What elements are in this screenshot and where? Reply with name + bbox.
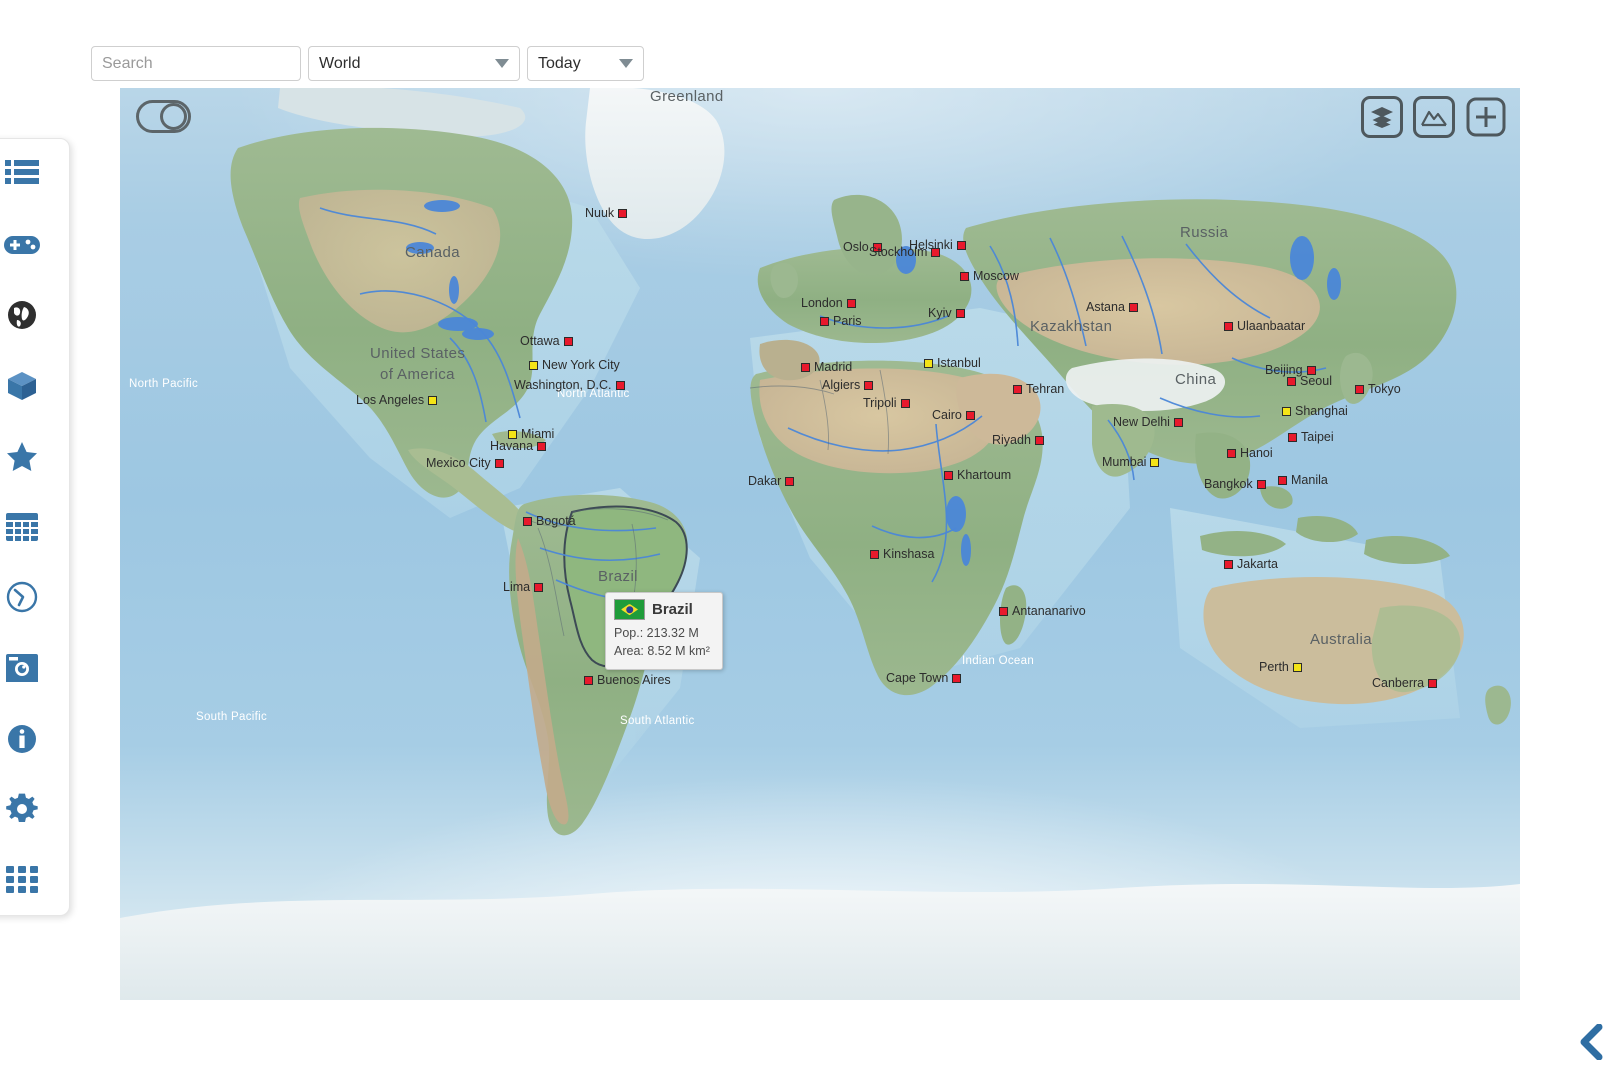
sidebar-item-screenshot[interactable] (0, 645, 45, 691)
clock-icon (6, 581, 38, 613)
time-select[interactable]: Today (527, 46, 644, 81)
antarctica (120, 884, 1520, 1000)
sidebar-item-game-mode[interactable] (0, 222, 45, 268)
left-sidebar (0, 138, 70, 916)
sidebar-item-favorites[interactable] (0, 433, 45, 479)
india (1092, 404, 1155, 477)
toggle-knob (160, 103, 187, 130)
add-button[interactable] (1465, 96, 1507, 138)
star-icon (6, 441, 38, 472)
globe-icon (7, 300, 37, 330)
sidebar-item-info[interactable] (0, 716, 45, 762)
new-zealand (1485, 686, 1511, 725)
sidebar-item-model-3d[interactable] (0, 363, 45, 409)
layers-icon (1370, 106, 1394, 128)
sidebar-item-apps[interactable] (0, 857, 45, 903)
popup-header: Brazil (614, 599, 714, 620)
list-icon (5, 159, 39, 189)
brazil-flag-icon (614, 599, 645, 620)
gamepad-icon (4, 233, 40, 257)
popup-country-name: Brazil (652, 601, 693, 618)
region-select-label: World (319, 55, 487, 73)
world-landmass-layer (120, 88, 1520, 1000)
sidebar-item-globe-view[interactable] (0, 292, 45, 338)
info-icon (7, 724, 37, 754)
grid-apps-icon (6, 866, 38, 894)
greenland (585, 88, 724, 239)
sidebar-item-list-view[interactable] (0, 151, 45, 197)
popup-area: Area: 8.52 M km² (614, 643, 714, 661)
time-select-label: Today (538, 55, 611, 73)
country-info-popup[interactable]: Brazil Pop.: 213.32 M Area: 8.52 M km² (605, 592, 723, 670)
chevron-left-icon (1578, 1024, 1606, 1060)
search-input[interactable] (91, 46, 301, 81)
camera-icon (6, 654, 38, 682)
map-tool-group (1361, 96, 1507, 138)
chevron-down-icon (495, 59, 509, 68)
gear-icon (6, 793, 38, 825)
top-toolbar: World Today (91, 46, 644, 81)
map-canvas[interactable]: Greenland Canada United States of Americ… (120, 88, 1520, 1000)
map-panel[interactable]: Greenland Canada United States of Americ… (120, 88, 1520, 1000)
layers-button[interactable] (1361, 96, 1403, 138)
japan (1340, 353, 1373, 404)
map-application: World Today (0, 0, 1620, 1080)
region-select[interactable]: World (308, 46, 520, 81)
sidebar-item-table-view[interactable] (0, 504, 45, 550)
popup-population: Pop.: 213.32 M (614, 625, 714, 643)
terrain-button[interactable] (1413, 96, 1455, 138)
plus-icon (1466, 97, 1506, 137)
sidebar-item-settings[interactable] (0, 786, 45, 832)
chevron-down-icon (619, 59, 633, 68)
cube-icon (6, 370, 38, 402)
map-mode-toggle[interactable] (136, 100, 191, 133)
table-icon (6, 513, 38, 541)
collapse-panel-button[interactable] (1578, 1024, 1606, 1060)
sidebar-item-history[interactable] (0, 574, 45, 620)
mountain-icon (1421, 107, 1447, 127)
